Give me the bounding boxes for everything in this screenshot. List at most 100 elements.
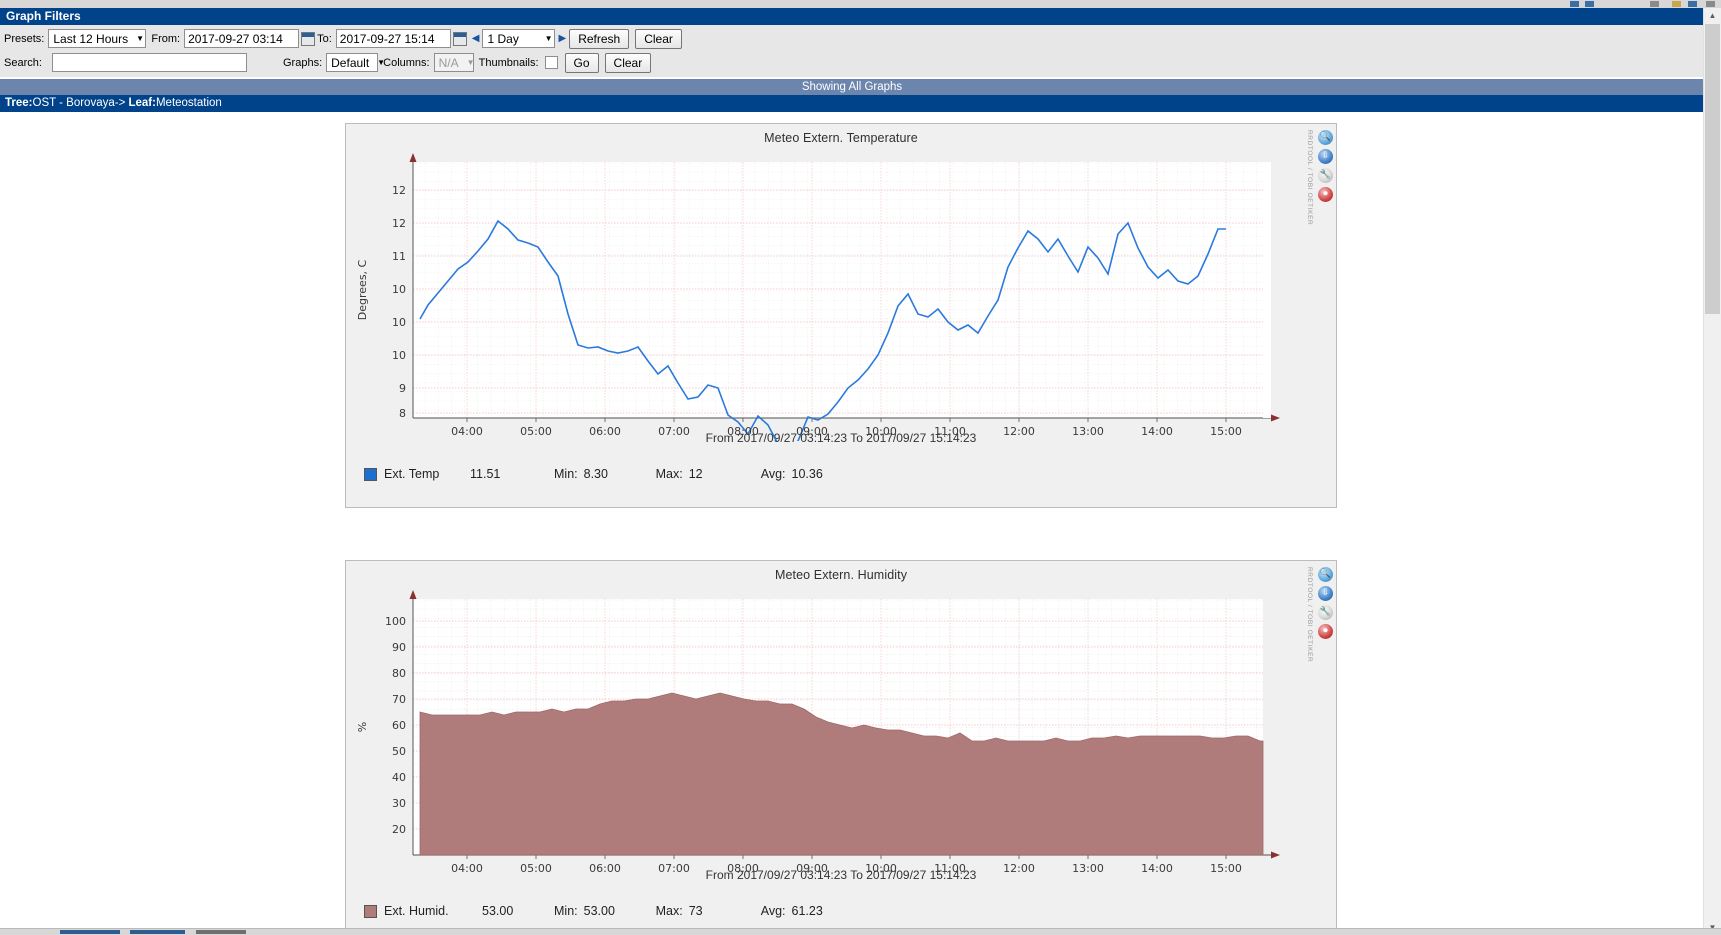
taskbar-window-button[interactable] xyxy=(196,930,246,934)
scrollbar-thumb[interactable] xyxy=(1705,24,1720,314)
svg-text:13:00: 13:00 xyxy=(1072,425,1104,438)
svg-text:9: 9 xyxy=(399,382,406,395)
svg-text:20: 20 xyxy=(392,823,406,836)
clear-button[interactable]: Clear xyxy=(635,28,682,49)
scroll-up-arrow[interactable]: ▲ xyxy=(1705,8,1720,23)
taskbar-icon[interactable] xyxy=(1672,1,1681,7)
temperature-legend: Ext. Temp 11.51 Min: 8.30 Max: 12 Avg: 1… xyxy=(346,463,1336,485)
columns-value: N/A xyxy=(438,55,459,70)
legend-swatch-temperature xyxy=(364,467,377,481)
rrdtool-credit: RRDTOOL / TOBI OETIKER xyxy=(1306,567,1313,663)
zoom-graph-icon[interactable]: 🔍 xyxy=(1318,130,1333,145)
presets-value: Last 12 Hours xyxy=(53,31,129,46)
svg-text:05:00: 05:00 xyxy=(520,425,552,438)
svg-text:70: 70 xyxy=(392,693,406,706)
svg-text:15:00: 15:00 xyxy=(1210,425,1242,438)
search-input[interactable] xyxy=(52,53,247,72)
svg-text:07:00: 07:00 xyxy=(658,862,690,875)
legend-avg-value: 10.36 xyxy=(791,467,823,481)
svg-text:09:00: 09:00 xyxy=(796,425,828,438)
svg-text:12: 12 xyxy=(392,184,406,197)
taskbar-icon[interactable] xyxy=(1706,1,1715,7)
taskbar-window-button[interactable] xyxy=(60,930,120,934)
graph-card-humidity: Meteo Extern. Humidity 100 90 80 70 60 5… xyxy=(345,560,1337,935)
legend-series-name: Ext. Temp xyxy=(384,467,440,481)
svg-text:10: 10 xyxy=(392,349,406,362)
legend-max-value: 12 xyxy=(688,467,703,481)
calendar-icon-from[interactable] xyxy=(301,31,316,46)
graph-filters-header: Graph Filters xyxy=(0,8,1704,25)
svg-text:07:00: 07:00 xyxy=(658,425,690,438)
cacti-page: Graph Filters Presets: Last 12 Hours ▼ F… xyxy=(0,8,1704,935)
legend-swatch-humidity xyxy=(364,904,377,918)
chevron-down-icon: ▼ xyxy=(544,34,553,43)
from-label: From: xyxy=(151,32,181,45)
legend-avg-label: Avg: xyxy=(760,904,786,918)
svg-text:08:00: 08:00 xyxy=(727,862,759,875)
legend-min-label: Min: xyxy=(554,904,578,918)
tree-value[interactable]: OST - Borovaya-> xyxy=(33,97,126,109)
presets-select[interactable]: Last 12 Hours ▼ xyxy=(48,29,147,48)
svg-text:10:00: 10:00 xyxy=(865,862,897,875)
svg-text:15:00: 15:00 xyxy=(1210,862,1242,875)
interval-next-icon[interactable]: ▶ xyxy=(558,33,566,44)
graph-separator xyxy=(0,508,1704,560)
clear-filters-button[interactable]: Clear xyxy=(604,52,652,73)
go-button[interactable]: Go xyxy=(564,52,599,73)
taskbar-icon[interactable] xyxy=(1570,1,1579,7)
graphs-value: Default xyxy=(331,55,370,70)
columns-label: Columns: xyxy=(383,56,430,69)
rrdtool-credit: RRDTOOL / TOBI OETIKER xyxy=(1306,130,1313,226)
svg-text:14:00: 14:00 xyxy=(1141,425,1173,438)
plot-humidity: 100 90 80 70 60 50 40 30 20 % 04:00 05:0… xyxy=(346,582,1336,875)
presets-label: Presets: xyxy=(4,32,45,45)
to-date-input[interactable]: 2017-09-27 15:14 xyxy=(335,29,451,48)
refresh-button[interactable]: Refresh xyxy=(569,28,630,49)
zoom-glyph: 🔍 xyxy=(1319,569,1332,579)
screen-root: Graph Filters Presets: Last 12 Hours ▼ F… xyxy=(0,0,1721,935)
graph-realtime-icon[interactable]: ⏺ xyxy=(1318,187,1333,202)
from-date-input[interactable]: 2017-09-27 03:14 xyxy=(184,29,300,48)
taskbar-icon[interactable] xyxy=(1688,1,1697,7)
windows-taskbar xyxy=(0,928,1721,935)
svg-text:10:00: 10:00 xyxy=(865,425,897,438)
filter-row-presets: Presets: Last 12 Hours ▼ From: 2017-09-2… xyxy=(4,28,1700,49)
calendar-icon-to[interactable] xyxy=(452,31,467,46)
legend-current-value: 11.51 xyxy=(470,467,501,481)
svg-text:11:00: 11:00 xyxy=(934,425,966,438)
legend-series-name: Ext. Humid. xyxy=(384,904,449,918)
search-label: Search: xyxy=(4,56,42,69)
graph-settings-icon[interactable]: 🔧 xyxy=(1318,168,1333,183)
graphs-select[interactable]: Default ▼ xyxy=(326,53,385,72)
legend-current-value: 53.00 xyxy=(482,904,514,918)
graph-actions-temperature: RRDTOOL / TOBI OETIKER 🔍 ⇩ 🔧 ⏺ xyxy=(1304,128,1334,268)
temperature-plot-svg: 12 12 11 10 10 10 9 8 Degrees, C 04:00 0… xyxy=(356,153,1280,441)
taskbar-icon[interactable] xyxy=(1585,1,1594,7)
zoom-graph-icon[interactable]: 🔍 xyxy=(1318,567,1333,582)
svg-text:12:00: 12:00 xyxy=(1003,425,1035,438)
humidity-plot-svg: 100 90 80 70 60 50 40 30 20 % 04:00 05:0… xyxy=(356,590,1280,875)
svg-text:40: 40 xyxy=(392,771,406,784)
svg-text:90: 90 xyxy=(392,641,406,654)
download-graph-icon[interactable]: ⇩ xyxy=(1318,586,1333,601)
svg-text:50: 50 xyxy=(392,745,406,758)
svg-text:80: 80 xyxy=(392,667,406,680)
columns-select[interactable]: N/A ▼ xyxy=(433,53,475,72)
graph-settings-icon[interactable]: 🔧 xyxy=(1318,605,1333,620)
interval-select[interactable]: 1 Day ▼ xyxy=(482,29,556,48)
leaf-value[interactable]: Meteostation xyxy=(156,97,222,109)
page-scrollbar[interactable]: ▲ ▼ xyxy=(1703,8,1721,935)
svg-text:60: 60 xyxy=(392,719,406,732)
svg-text:04:00: 04:00 xyxy=(451,425,483,438)
legend-max-label: Max: xyxy=(655,467,683,481)
chevron-down-icon: ▼ xyxy=(466,58,475,67)
taskbar-icon[interactable] xyxy=(1650,1,1659,7)
graph-actions-humidity: RRDTOOL / TOBI OETIKER 🔍 ⇩ 🔧 ⏺ xyxy=(1304,565,1334,705)
legend-min-value: 53.00 xyxy=(583,904,615,918)
download-graph-icon[interactable]: ⇩ xyxy=(1318,149,1333,164)
svg-text:08:00: 08:00 xyxy=(727,425,759,438)
graph-realtime-icon[interactable]: ⏺ xyxy=(1318,624,1333,639)
thumbnails-checkbox[interactable] xyxy=(544,56,558,69)
taskbar-window-button[interactable] xyxy=(130,930,185,934)
interval-prev-icon[interactable]: ◀ xyxy=(472,33,480,44)
